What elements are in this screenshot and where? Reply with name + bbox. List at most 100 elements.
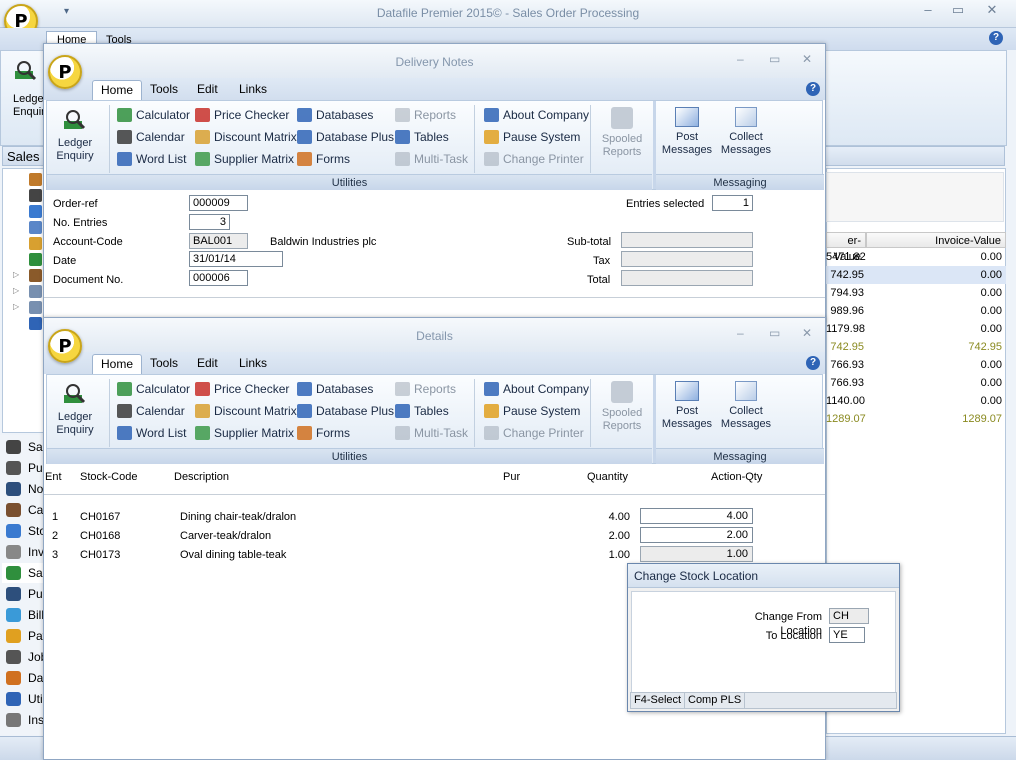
tree-expand-icon[interactable]: ▷: [13, 286, 19, 295]
help-icon[interactable]: ?: [806, 82, 820, 96]
tree-chart-icon[interactable]: [29, 221, 42, 234]
tab-tools[interactable]: Tools: [142, 354, 186, 374]
close-icon[interactable]: ✕: [802, 52, 812, 66]
post-messages-button[interactable]: Post Messages: [659, 381, 715, 431]
list-item[interactable]: 742.95 742.95: [826, 338, 1006, 356]
tab-edit[interactable]: Edit: [189, 80, 226, 100]
tree-book-icon[interactable]: [29, 317, 42, 330]
col-header-order-value[interactable]: er-Value: [826, 232, 866, 263]
price-checker-button[interactable]: Price Checker: [195, 106, 289, 124]
multi-task-button[interactable]: Multi-Task: [395, 424, 468, 442]
table-row[interactable]: 2 CH0168 Carver-teak/dralon 2.00 2.00: [44, 527, 825, 546]
tables-button[interactable]: Tables: [395, 128, 449, 146]
table-row[interactable]: 1 CH0167 Dining chair-teak/dralon 4.00 4.00: [44, 508, 825, 527]
main-ledger-enquiry-label[interactable]: Ledger Enquiry: [13, 93, 45, 121]
nav-item[interactable]: Pu: [2, 458, 44, 478]
spooled-reports-button[interactable]: Spooled Reports: [595, 381, 649, 433]
tree-expand-icon[interactable]: ▷: [13, 270, 19, 279]
delivery-logo[interactable]: P: [48, 55, 82, 89]
tree-monitor-icon[interactable]: [29, 189, 42, 202]
tree-expand-icon[interactable]: ▷: [13, 302, 19, 311]
word-list-button[interactable]: Word List: [117, 424, 186, 442]
nav-item[interactable]: Ins: [2, 710, 44, 730]
details-logo[interactable]: P: [48, 329, 82, 363]
tab-tools[interactable]: Tools: [142, 80, 186, 100]
minimize-icon[interactable]: –: [918, 2, 938, 17]
list-item[interactable]: 5471.82 0.00: [826, 248, 1006, 266]
ledger-enquiry-button[interactable]: Ledger Enquiry: [53, 381, 97, 437]
discount-matrix-button[interactable]: Discount Matrix: [195, 402, 297, 420]
forms-button[interactable]: Forms: [297, 150, 350, 168]
tab-links[interactable]: Links: [231, 354, 275, 374]
supplier-matrix-button[interactable]: Supplier Matrix: [195, 150, 294, 168]
maximize-icon[interactable]: ▭: [769, 52, 780, 66]
no-entries-field[interactable]: 3: [189, 214, 230, 230]
nav-item[interactable]: Ca: [2, 500, 44, 520]
nav-item[interactable]: Pay: [2, 626, 44, 646]
calendar-button[interactable]: Calendar: [117, 128, 185, 146]
pause-system-button[interactable]: Pause System: [484, 128, 580, 146]
calculator-button[interactable]: Calculator: [117, 106, 190, 124]
tree-person-icon[interactable]: [29, 173, 42, 186]
about-company-button[interactable]: About Company: [484, 380, 589, 398]
col-header-invoice-value[interactable]: Invoice-Value: [866, 232, 1006, 248]
date-field[interactable]: 31/01/14: [189, 251, 283, 267]
databases-button[interactable]: Databases: [297, 106, 373, 124]
tab-home[interactable]: Home: [92, 354, 143, 374]
price-checker-button[interactable]: Price Checker: [195, 380, 289, 398]
word-list-button[interactable]: Word List: [117, 150, 186, 168]
database-plus-button[interactable]: Database Plus: [297, 402, 394, 420]
list-item[interactable]: 1289.07 1289.07: [826, 410, 1006, 428]
col-header-description[interactable]: Description: [174, 471, 229, 483]
ledger-enquiry-button[interactable]: Ledger Enquiry: [53, 107, 97, 163]
tree-document-icon[interactable]: [29, 301, 42, 314]
reports-button[interactable]: Reports: [395, 106, 456, 124]
from-location-field[interactable]: CH: [829, 608, 869, 624]
multi-task-button[interactable]: Multi-Task: [395, 150, 468, 168]
about-company-button[interactable]: About Company: [484, 106, 589, 124]
forms-button[interactable]: Forms: [297, 424, 350, 442]
tab-home[interactable]: Home: [92, 80, 143, 100]
close-icon[interactable]: ✕: [802, 326, 812, 340]
reports-button[interactable]: Reports: [395, 380, 456, 398]
minimize-icon[interactable]: –: [737, 326, 744, 340]
databases-button[interactable]: Databases: [297, 380, 373, 398]
nav-item[interactable]: Inv: [2, 542, 44, 562]
tree-document-icon[interactable]: [29, 285, 42, 298]
collect-messages-button[interactable]: Collect Messages: [715, 107, 777, 157]
to-location-field[interactable]: YE: [829, 627, 865, 643]
nav-item[interactable]: Job: [2, 647, 44, 667]
col-header-quantity[interactable]: Quantity: [587, 471, 628, 483]
nav-item[interactable]: No: [2, 479, 44, 499]
col-header-pur[interactable]: Pur: [503, 471, 520, 483]
list-item[interactable]: 766.93 0.00: [826, 374, 1006, 392]
tree-ledger-icon[interactable]: [29, 253, 42, 266]
post-messages-button[interactable]: Post Messages: [659, 107, 715, 157]
spooled-reports-button[interactable]: Spooled Reports: [595, 107, 649, 159]
nav-item[interactable]: Sto: [2, 521, 44, 541]
entries-selected-field[interactable]: 1: [712, 195, 753, 211]
collect-messages-button[interactable]: Collect Messages: [715, 381, 777, 431]
minimize-icon[interactable]: –: [737, 52, 744, 66]
nav-item[interactable]: Da: [2, 668, 44, 688]
nav-item[interactable]: Pu: [2, 584, 44, 604]
list-item[interactable]: 1179.98 0.00: [826, 320, 1006, 338]
action-qty-field[interactable]: 2.00: [640, 527, 753, 543]
list-item[interactable]: 989.96 0.00: [826, 302, 1006, 320]
tab-links[interactable]: Links: [231, 80, 275, 100]
tree-box-icon[interactable]: [29, 205, 42, 218]
action-qty-field[interactable]: 1.00: [640, 546, 753, 562]
col-header-stock-code[interactable]: Stock-Code: [80, 471, 137, 483]
tab-edit[interactable]: Edit: [189, 354, 226, 374]
tables-button[interactable]: Tables: [395, 402, 449, 420]
calendar-button[interactable]: Calendar: [117, 402, 185, 420]
help-icon[interactable]: ?: [989, 31, 1003, 45]
document-no-field[interactable]: 000006: [189, 270, 248, 286]
help-icon[interactable]: ?: [806, 356, 820, 370]
action-qty-field[interactable]: 4.00: [640, 508, 753, 524]
maximize-icon[interactable]: ▭: [769, 326, 780, 340]
list-item[interactable]: 742.95 0.00: [826, 266, 1006, 284]
col-header-ent[interactable]: Ent: [45, 471, 62, 483]
account-code-field[interactable]: BAL001: [189, 233, 248, 249]
change-printer-button[interactable]: Change Printer: [484, 150, 584, 168]
